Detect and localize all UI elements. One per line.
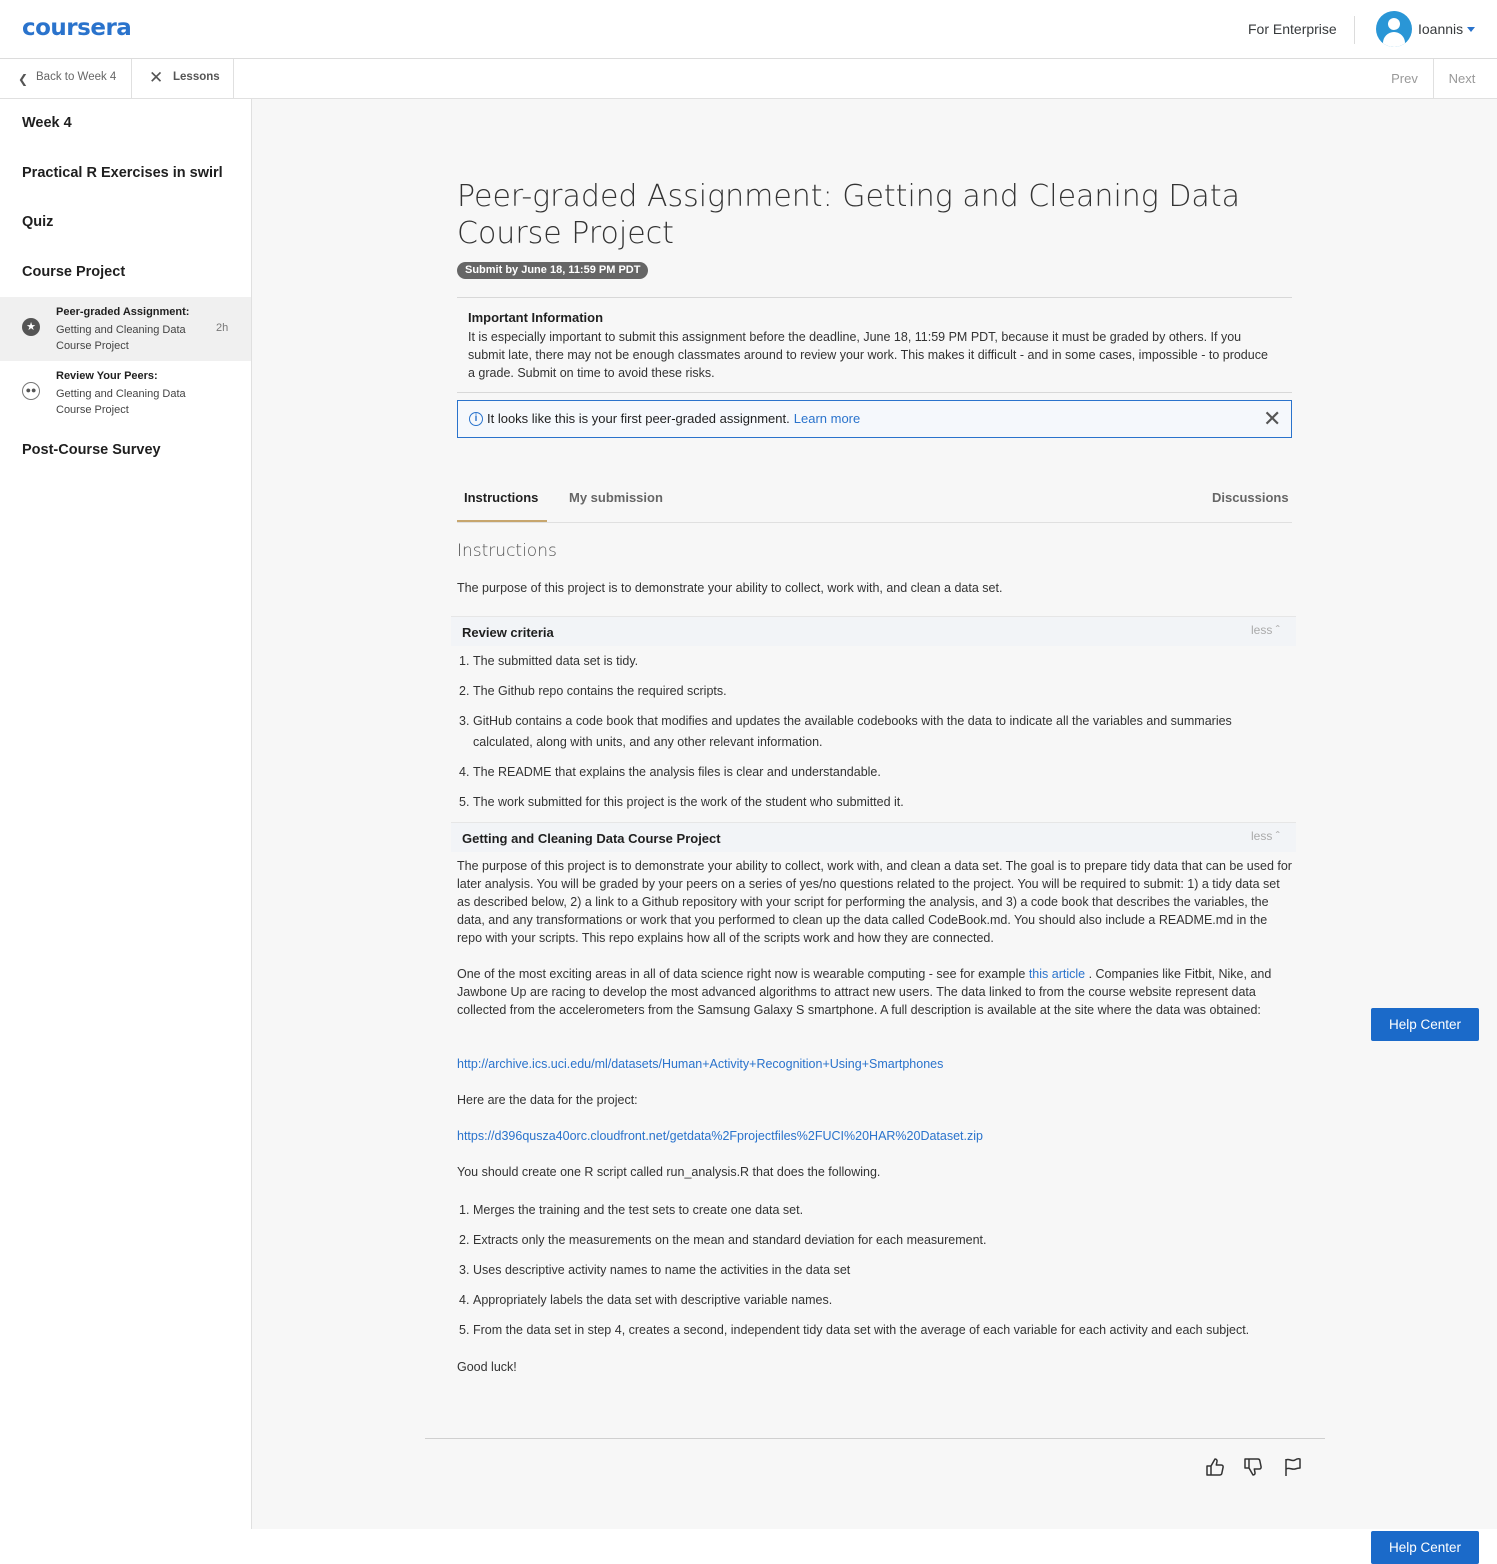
deadline-badge: Submit by June 18, 11:59 PM PDT [457,262,649,279]
notice-text: It looks like this is your first peer-gr… [487,411,860,426]
data-label: Here are the data for the project: [457,1093,638,1107]
sidebar-item-post-course-survey[interactable]: Post-Course Survey [22,442,161,458]
assignment-tabs: Instructions My submission Discussions [457,478,1292,523]
chevron-left-icon: ❮ [18,72,29,86]
lessons-toggle-button[interactable]: ✕ Lessons [132,59,234,99]
header-divider [1354,16,1355,44]
sidebar-item-title: Review Your Peers: [56,370,158,382]
review-criteria-title: Review criteria [462,625,554,640]
tab-instructions[interactable]: Instructions [464,490,538,505]
user-menu-chevron-down-icon[interactable] [1467,27,1475,32]
back-to-week-button[interactable]: ❮ Back to Week 4 [0,59,132,99]
content-divider [425,1438,1325,1439]
chevron-up-icon: ˆ [1275,623,1280,637]
instructions-heading: Instructions [457,541,557,561]
learn-more-link[interactable]: Learn more [794,411,860,426]
top-header: coursera For Enterprise Ioannis [0,0,1497,59]
tab-discussions[interactable]: Discussions [1212,490,1289,505]
flag-icon[interactable] [1282,1456,1304,1478]
page-title: Peer-graded Assignment: Getting and Clea… [457,179,1240,251]
chevron-up-icon: ˆ [1275,829,1280,843]
help-center-button[interactable]: Help Center [1371,1531,1479,1564]
sidebar-item-quiz[interactable]: Quiz [22,214,53,230]
footer-strip [0,1529,1497,1564]
sidebar-item-duration: 2h [216,322,229,334]
coursera-logo[interactable]: coursera [22,15,132,41]
project-description-title: Getting and Cleaning Data Course Project [462,831,721,846]
sidebar-item-course-project[interactable]: Course Project [22,264,125,280]
user-avatar-icon[interactable] [1376,11,1412,47]
active-tab-indicator [457,520,547,522]
user-name[interactable]: Ioannis [1418,21,1463,37]
data-download-url: https://d396qusza40orc.cloudfront.net/ge… [457,1127,1292,1145]
lessons-sidebar: Week 4 Practical R Exercises in swirl Qu… [0,99,252,1529]
thumbs-down-icon[interactable] [1242,1456,1264,1478]
lessons-label: Lessons [173,71,220,83]
sidebar-item-peer-graded-assignment[interactable]: ★ Peer-graded Assignment: Getting and Cl… [0,297,251,361]
sidebar-week-title: Week 4 [22,115,72,131]
people-icon: ●● [22,382,40,400]
dataset-description-url: http://archive.ics.uci.edu/ml/datasets/H… [457,1055,1292,1073]
less-label: less [1251,829,1273,843]
sidebar-item-subtitle: Getting and Cleaning Data Course Project [56,388,186,416]
sidebar-item-title: Peer-graded Assignment: [56,306,190,318]
thumbs-up-icon[interactable] [1204,1456,1226,1478]
close-icon: ✕ [149,68,164,87]
prev-button[interactable]: Prev [1376,59,1434,99]
closing-text: Good luck! [457,1360,517,1374]
project-description-collapse-toggle[interactable]: less ˆ [1251,829,1280,843]
next-button[interactable]: Next [1434,59,1490,99]
important-information-box: Important Information It is especially i… [457,297,1292,393]
less-label: less [1251,623,1273,637]
important-information-title: Important Information [468,310,604,325]
data-download-link[interactable]: https://d396qusza40orc.cloudfront.net/ge… [457,1129,983,1143]
first-peer-assignment-notice: i It looks like this is your first peer-… [457,400,1292,438]
sidebar-item-practical-r[interactable]: Practical R Exercises in swirl [22,165,223,181]
lesson-nav-bar: ❮ Back to Week 4 ✕ Lessons Prev Next [0,59,1497,99]
sidebar-item-review-peers[interactable]: ●● Review Your Peers: Getting and Cleani… [0,361,251,425]
review-criteria-header: Review criteria less ˆ [451,616,1296,646]
review-criteria-collapse-toggle[interactable]: less ˆ [1251,623,1280,637]
info-icon: i [469,412,483,426]
project-paragraph-2: One of the most exciting areas in all of… [457,967,1272,1017]
tab-my-submission[interactable]: My submission [569,490,663,505]
star-icon: ★ [22,318,40,336]
for-enterprise-link[interactable]: For Enterprise [1248,21,1337,37]
notice-message: It looks like this is your first peer-gr… [487,411,790,426]
intro-text: The purpose of this project is to demons… [457,581,1003,595]
script-intro: You should create one R script called ru… [457,1165,881,1179]
dataset-description-link[interactable]: http://archive.ics.uci.edu/ml/datasets/H… [457,1057,943,1071]
project-description-header: Getting and Cleaning Data Course Project… [451,822,1296,852]
this-article-link[interactable]: this article [1029,967,1085,981]
back-to-week-label: Back to Week 4 [36,71,117,83]
help-center-button[interactable]: Help Center [1371,1008,1479,1041]
close-icon[interactable]: ✕ [1263,406,1281,432]
project-paragraph-1: The purpose of this project is to demons… [457,859,1292,945]
important-information-text: It is especially important to submit thi… [468,330,1268,380]
sidebar-item-subtitle: Getting and Cleaning Data Course Project [56,324,186,352]
